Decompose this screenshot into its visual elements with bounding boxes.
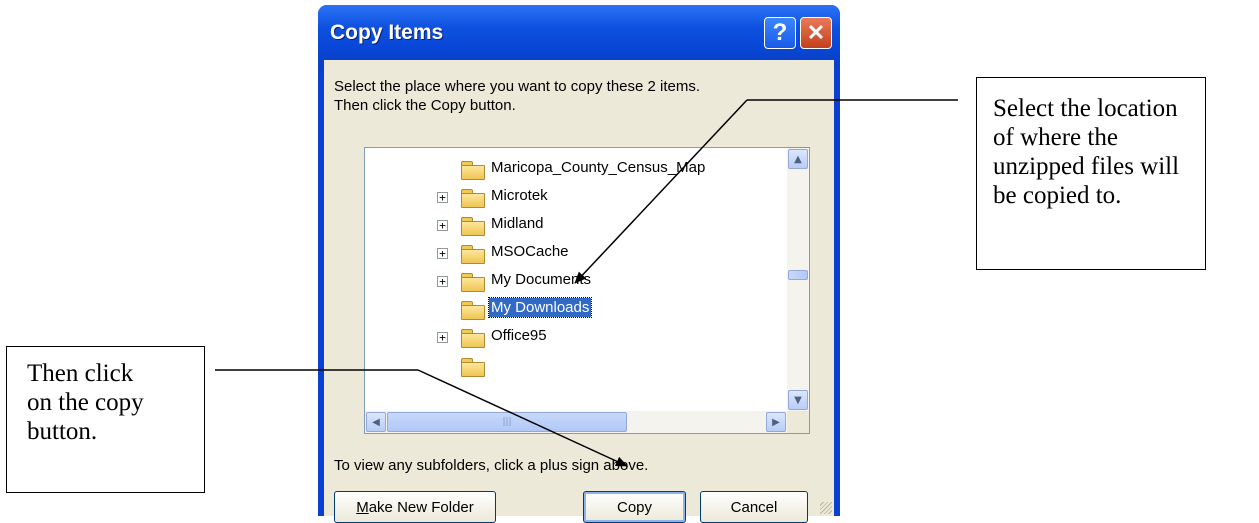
annotation-arrows [215,99,958,467]
arrow-to-my-downloads [574,99,958,284]
arrow-to-copy-button [215,369,628,467]
